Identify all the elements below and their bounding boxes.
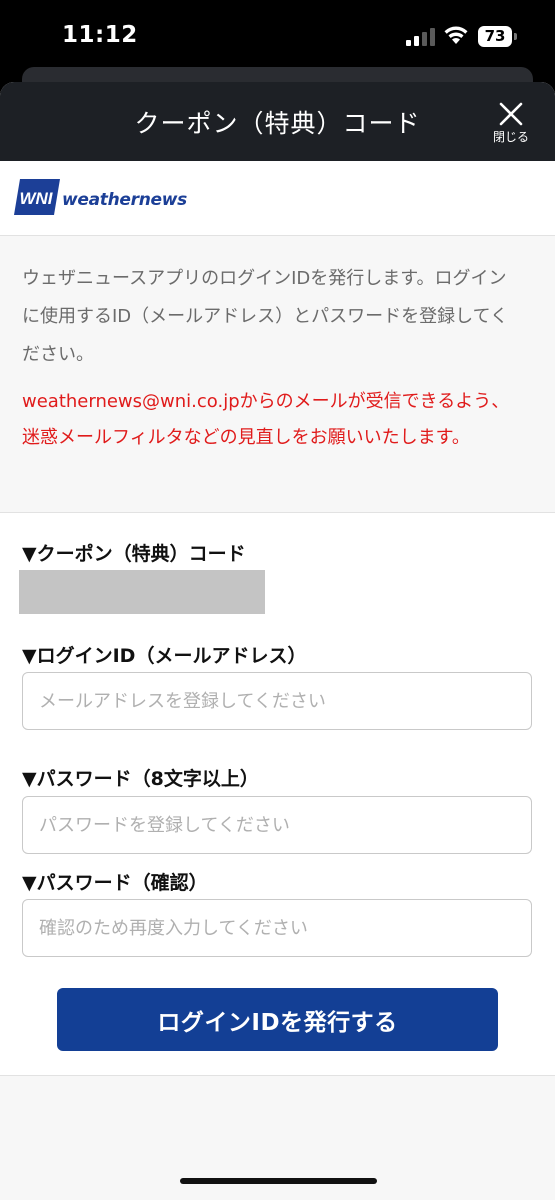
close-icon [499, 102, 523, 126]
password-confirm-input[interactable] [22, 899, 532, 957]
coupon-modal: クーポン（特典）コード 閉じる WNI weathernews ウェザニュースア… [0, 82, 555, 1200]
battery-level: 73 [478, 26, 512, 47]
battery-icon: 73 [478, 26, 518, 47]
close-button[interactable]: 閉じる [486, 98, 536, 148]
cellular-signal-icon [406, 28, 435, 46]
page-title: クーポン（特典）コード [134, 109, 421, 138]
logo-text: WNI [19, 189, 53, 208]
status-bar: 11:12 73 [0, 0, 555, 75]
status-time: 11:12 [62, 22, 138, 48]
password-input[interactable] [22, 796, 532, 854]
login-id-label: ▼ログインID（メールアドレス） [22, 645, 307, 667]
password-label: ▼パスワード（8文字以上） [22, 768, 259, 790]
login-id-input[interactable] [22, 672, 532, 730]
modal-header: クーポン（特典）コード 閉じる [0, 82, 555, 161]
brand-bar: WNI weathernews [0, 161, 555, 236]
coupon-code-value [19, 570, 265, 614]
info-section: ウェザニュースアプリのログインIDを発行します。ログインに使用するID（メールア… [0, 236, 555, 512]
wifi-icon [444, 26, 468, 44]
wni-logo: WNI [14, 179, 60, 215]
close-label: 閉じる [492, 130, 529, 144]
home-indicator [180, 1178, 377, 1184]
brand-name: weathernews [62, 190, 188, 210]
warning-text: weathernews@wni.co.jpからのメールが受信できるよう、迷惑メー… [22, 391, 510, 448]
issue-login-id-button[interactable]: ログインIDを発行する [57, 988, 498, 1051]
description-text: ウェザニュースアプリのログインIDを発行します。ログインに使用するID（メールア… [22, 268, 509, 365]
password-confirm-label: ▼パスワード（確認） [22, 872, 208, 894]
coupon-code-label: ▼クーポン（特典）コード [22, 543, 246, 565]
